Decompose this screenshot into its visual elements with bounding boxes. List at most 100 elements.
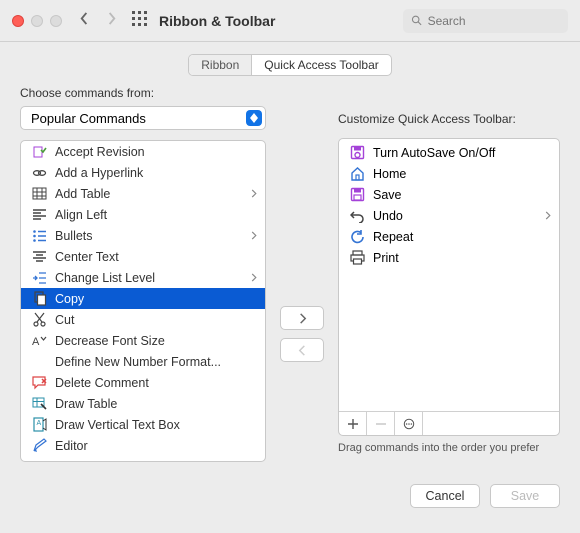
submenu-chevron-icon	[251, 229, 257, 243]
remove-command-button[interactable]	[280, 338, 324, 362]
list-item-label: Decrease Font Size	[55, 334, 255, 348]
bullets-icon	[31, 228, 47, 244]
list-item-label: Cut	[55, 313, 255, 327]
list-item[interactable]: Undo	[339, 205, 559, 226]
list-item[interactable]: Draw Vertical Text Box	[21, 414, 265, 435]
add-command-button[interactable]	[280, 306, 324, 330]
customize-qat-label: Customize Quick Access Toolbar:	[338, 112, 560, 126]
list-item-label: Add a Hyperlink	[55, 166, 255, 180]
list-item[interactable]: Add a Hyperlink	[21, 162, 265, 183]
autosave-icon	[349, 145, 365, 161]
minimize-window-button[interactable]	[31, 15, 43, 27]
list-item[interactable]: Print	[339, 247, 559, 268]
vtextbox-icon	[31, 417, 47, 433]
list-item-label: Define New Number Format...	[55, 355, 255, 369]
list-item-label: Print	[373, 251, 549, 265]
tab-ribbon[interactable]: Ribbon	[189, 55, 251, 75]
titlebar: Ribbon & Toolbar	[0, 0, 580, 42]
blank-icon	[31, 354, 47, 370]
reorder-hint: Drag commands into the order you prefer	[338, 442, 560, 454]
nav-arrows	[78, 12, 118, 30]
zoom-window-button[interactable]	[50, 15, 62, 27]
list-item-label: Align Left	[55, 208, 255, 222]
list-item[interactable]: Add Table	[21, 183, 265, 204]
tab-bar: Ribbon Quick Access Toolbar	[0, 42, 580, 86]
search-icon	[411, 14, 423, 27]
list-item[interactable]: Home	[339, 163, 559, 184]
dialog-footer: Cancel Save	[0, 474, 580, 508]
list-item-label: Change List Level	[55, 271, 255, 285]
list-item[interactable]: Accept Revision	[21, 141, 265, 162]
home-icon	[349, 166, 365, 182]
copy-icon	[31, 291, 47, 307]
list-item[interactable]: Cut	[21, 309, 265, 330]
list-item[interactable]: Save	[339, 184, 559, 205]
list-item-label: Turn AutoSave On/Off	[373, 146, 549, 160]
editor-icon	[31, 438, 47, 454]
save-icon	[349, 187, 365, 203]
cut-icon	[31, 312, 47, 328]
list-item[interactable]: Delete Comment	[21, 372, 265, 393]
list-item[interactable]: Bullets	[21, 225, 265, 246]
window-controls	[12, 15, 62, 27]
list-item-label: Draw Table	[55, 397, 255, 411]
undo-icon	[349, 208, 365, 224]
list-item-label: Repeat	[373, 230, 549, 244]
list-item[interactable]: Turn AutoSave On/Off	[339, 142, 559, 163]
close-window-button[interactable]	[12, 15, 24, 27]
apps-grid-icon[interactable]	[132, 11, 147, 31]
qat-listbox[interactable]: Turn AutoSave On/Off Home Save Undo Repeat Pr…	[338, 138, 560, 436]
list-item[interactable]: Draw Table	[21, 393, 265, 414]
list-item-label: Home	[373, 167, 549, 181]
list-item-label: Bullets	[55, 229, 255, 243]
list-item[interactable]: Copy	[21, 288, 265, 309]
list-item-label: Add Table	[55, 187, 255, 201]
add-item-button[interactable]	[339, 412, 367, 435]
back-button[interactable]	[78, 12, 91, 30]
delcomment-icon	[31, 375, 47, 391]
window-title: Ribbon & Toolbar	[159, 13, 275, 29]
list-item-label: Draw Vertical Text Box	[55, 418, 255, 432]
cancel-button[interactable]: Cancel	[410, 484, 480, 508]
commands-listbox[interactable]: Accept Revision Add a Hyperlink Add Table A…	[20, 140, 266, 462]
choose-commands-label: Choose commands from:	[20, 86, 266, 100]
list-item-label: Save	[373, 188, 549, 202]
list-item-label: Accept Revision	[55, 145, 255, 159]
list-item[interactable]: Center Text	[21, 246, 265, 267]
accept-icon	[31, 144, 47, 160]
list-item-label: Center Text	[55, 250, 255, 264]
list-item[interactable]: Repeat	[339, 226, 559, 247]
more-options-button[interactable]	[395, 412, 423, 435]
select-value: Popular Commands	[31, 111, 146, 126]
link-icon	[31, 165, 47, 181]
list-item-label: Undo	[373, 209, 549, 223]
print-icon	[349, 250, 365, 266]
commands-source-select[interactable]: Popular Commands	[20, 106, 266, 130]
repeat-icon	[349, 229, 365, 245]
search-input[interactable]	[428, 14, 560, 28]
drawtable-icon	[31, 396, 47, 412]
center-icon	[31, 249, 47, 265]
list-item[interactable]: Editor	[21, 435, 265, 456]
list-item[interactable]: Align Left	[21, 204, 265, 225]
alignleft-icon	[31, 207, 47, 223]
forward-button[interactable]	[105, 12, 118, 30]
list-item-label: Delete Comment	[55, 376, 255, 390]
submenu-chevron-icon	[545, 209, 551, 223]
qat-toolbar	[339, 411, 559, 435]
listlevel-icon	[31, 270, 47, 286]
tab-quick-access-toolbar[interactable]: Quick Access Toolbar	[251, 55, 391, 75]
list-item-label: Editor	[55, 439, 255, 453]
save-button[interactable]: Save	[490, 484, 560, 508]
fontdown-icon	[31, 333, 47, 349]
search-field[interactable]	[403, 9, 568, 33]
list-item[interactable]: Decrease Font Size	[21, 330, 265, 351]
remove-item-button[interactable]	[367, 412, 395, 435]
select-stepper-icon	[246, 110, 262, 126]
table-icon	[31, 186, 47, 202]
list-item[interactable]: Change List Level	[21, 267, 265, 288]
submenu-chevron-icon	[251, 187, 257, 201]
submenu-chevron-icon	[251, 271, 257, 285]
list-item[interactable]: Define New Number Format...	[21, 351, 265, 372]
list-item-label: Copy	[55, 292, 255, 306]
